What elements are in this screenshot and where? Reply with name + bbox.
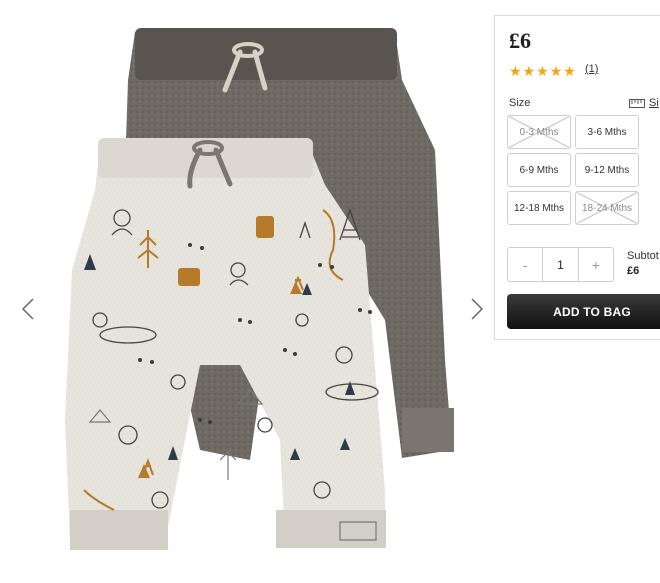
size-option-label: 18-24 Mths (581, 202, 633, 214)
chevron-right-icon (471, 298, 483, 320)
size-option-label: 9-12 Mths (584, 164, 630, 176)
size-options: 0-3 Mths 3-6 Mths 6-9 Mths 9-12 Mths 12-… (507, 115, 639, 225)
size-option-label: 3-6 Mths (587, 126, 627, 138)
subtotal-value: £6 (627, 265, 640, 277)
quantity-increase-button[interactable]: + (579, 248, 613, 281)
size-option-3-6-mths[interactable]: 3-6 Mths (575, 115, 639, 149)
star-icon: ★ (522, 63, 536, 79)
quantity-decrease-button[interactable]: - (508, 248, 542, 281)
star-icon: ★ (536, 63, 549, 79)
star-rating: ★ ★ ★ ★ ★ (509, 64, 576, 78)
size-option-9-12-mths[interactable]: 9-12 Mths (575, 153, 639, 187)
star-icon: ★ (509, 63, 522, 79)
review-count-link[interactable]: (1) (585, 63, 598, 75)
size-label: Size (509, 97, 531, 109)
quantity-stepper: - 1 + (507, 247, 614, 282)
product-image-gallery (0, 0, 492, 583)
size-guide-label: Si (649, 97, 659, 109)
previous-image-button[interactable] (17, 292, 39, 326)
next-image-button[interactable] (466, 292, 488, 326)
star-icon: ★ (549, 63, 563, 79)
size-option-6-9-mths[interactable]: 6-9 Mths (507, 153, 571, 187)
size-option-label: 12-18 Mths (513, 202, 565, 214)
size-option-0-3-mths[interactable]: 0-3 Mths (507, 115, 571, 149)
product-purchase-panel: £6 ★ ★ ★ ★ ★ (1) Size Si 0-3 Mths 3-6 Mt… (494, 15, 660, 340)
quantity-input[interactable]: 1 (542, 248, 579, 281)
size-option-label: 6-9 Mths (519, 164, 559, 176)
ruler-icon (629, 98, 645, 108)
size-option-12-18-mths[interactable]: 12-18 Mths (507, 191, 571, 225)
star-icon: ★ (563, 63, 576, 79)
size-option-18-24-mths[interactable]: 18-24 Mths (575, 191, 639, 225)
add-to-bag-button[interactable]: ADD TO BAG (507, 294, 660, 329)
size-guide-link[interactable]: Si (629, 97, 659, 109)
subtotal-label: Subtot (627, 250, 659, 262)
size-option-label: 0-3 Mths (519, 126, 559, 138)
product-image (65, 28, 454, 550)
product-price: £6 (509, 28, 531, 53)
chevron-left-icon (22, 298, 34, 320)
